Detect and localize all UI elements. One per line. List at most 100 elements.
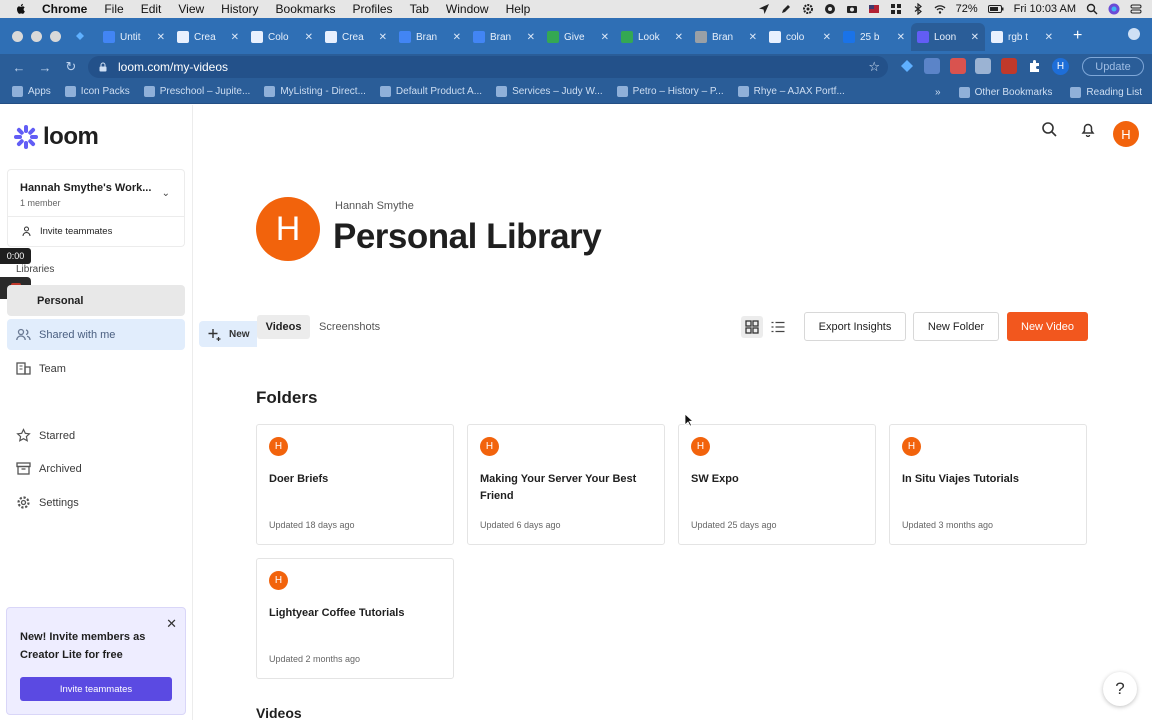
- menu-chrome[interactable]: Chrome: [42, 2, 87, 16]
- tab-screenshots[interactable]: Screenshots: [319, 315, 380, 339]
- sidebar-item-archived[interactable]: Archived: [7, 453, 185, 484]
- browser-tab[interactable]: Look ✕: [615, 23, 689, 51]
- sidebar-item-settings[interactable]: Settings: [7, 487, 185, 518]
- browser-tab[interactable]: colo ✕: [763, 23, 837, 51]
- update-button[interactable]: Update: [1082, 57, 1144, 76]
- browser-tab[interactable]: Colo ✕: [245, 23, 319, 51]
- code-extension-icon[interactable]: [924, 58, 940, 74]
- zoom-window-button[interactable]: [50, 30, 61, 42]
- browser-tab[interactable]: Give ✕: [541, 23, 615, 51]
- close-tab-icon[interactable]: ✕: [231, 32, 239, 43]
- invite-teammates-button[interactable]: Invite teammates: [20, 677, 172, 701]
- close-icon[interactable]: ✕: [166, 616, 177, 632]
- close-tab-icon[interactable]: ✕: [823, 32, 831, 43]
- forward-arrow-icon[interactable]: →: [38, 60, 52, 75]
- close-tab-icon[interactable]: ✕: [601, 32, 609, 43]
- folder-card[interactable]: H SW Expo Updated 25 days ago: [678, 424, 876, 545]
- search-icon[interactable]: [1041, 121, 1057, 137]
- browser-tab[interactable]: Loon ✕: [911, 23, 985, 51]
- help-button[interactable]: ?: [1103, 672, 1137, 706]
- spotlight-search-icon[interactable]: [1086, 3, 1098, 15]
- menu-edit[interactable]: Edit: [141, 2, 162, 16]
- folder-card[interactable]: H In Situ Viajes Tutorials Updated 3 mon…: [889, 424, 1087, 545]
- close-tab-icon[interactable]: ✕: [379, 32, 387, 43]
- invite-teammates-link[interactable]: Invite teammates: [7, 217, 185, 247]
- menu-profiles[interactable]: Profiles: [353, 2, 393, 16]
- sidebar-item-starred[interactable]: Starred: [7, 420, 185, 451]
- red-extension-icon[interactable]: [950, 58, 966, 74]
- siri-icon[interactable]: [1108, 3, 1120, 15]
- bluetooth-icon[interactable]: [912, 3, 924, 15]
- address-bar[interactable]: loom.com/my-videos ☆: [88, 56, 888, 78]
- bookmark-item[interactable]: Petro – History – P...: [616, 86, 724, 97]
- bell-icon[interactable]: [1080, 121, 1096, 137]
- diamond-extension-icon[interactable]: [899, 58, 915, 74]
- menu-view[interactable]: View: [178, 2, 204, 16]
- close-tab-icon[interactable]: ✕: [897, 32, 905, 43]
- gear-icon[interactable]: [802, 3, 814, 15]
- apple-icon[interactable]: [14, 2, 28, 16]
- menu-tab[interactable]: Tab: [410, 2, 429, 16]
- bookmark-item[interactable]: Rhye – AJAX Portf...: [737, 86, 845, 97]
- bookmark-item[interactable]: Apps: [12, 86, 51, 97]
- recorder-extension-icon[interactable]: [1001, 58, 1017, 74]
- battery-icon[interactable]: [987, 3, 1004, 15]
- close-tab-icon[interactable]: ✕: [675, 32, 683, 43]
- browser-tab[interactable]: 25 b ✕: [837, 23, 911, 51]
- menu-bookmarks[interactable]: Bookmarks: [276, 2, 336, 16]
- browser-tab[interactable]: Bran ✕: [393, 23, 467, 51]
- close-tab-icon[interactable]: ✕: [971, 32, 979, 43]
- lock-icon[interactable]: [98, 62, 108, 72]
- flag-icon[interactable]: [868, 3, 880, 15]
- bookmark-item[interactable]: Preschool – Jupite...: [143, 86, 250, 97]
- tab-search-icon[interactable]: [1128, 28, 1140, 40]
- close-tab-icon[interactable]: ✕: [305, 32, 313, 43]
- bookmark-item[interactable]: Icon Packs: [64, 86, 130, 97]
- camera-icon[interactable]: [846, 3, 858, 15]
- profile-avatar[interactable]: H: [1052, 58, 1069, 75]
- browser-tab[interactable]: Crea ✕: [171, 23, 245, 51]
- close-tab-icon[interactable]: ✕: [157, 32, 165, 43]
- back-arrow-icon[interactable]: ←: [12, 60, 26, 75]
- grid-view-icon[interactable]: [741, 316, 763, 338]
- pen-icon[interactable]: [780, 3, 792, 15]
- close-tab-icon[interactable]: ✕: [749, 32, 757, 43]
- menu-window[interactable]: Window: [446, 2, 489, 16]
- close-window-button[interactable]: [12, 30, 23, 42]
- bookmark-star-icon[interactable]: ☆: [868, 59, 880, 75]
- list-view-icon[interactable]: [767, 316, 789, 338]
- folder-card[interactable]: H Lightyear Coffee Tutorials Updated 2 m…: [256, 558, 454, 679]
- loom-logo[interactable]: loom: [13, 123, 99, 151]
- export-insights-button[interactable]: Export Insights: [804, 312, 906, 341]
- reading-list[interactable]: Reading List: [1070, 86, 1142, 98]
- new-video-button[interactable]: New Video: [1007, 312, 1088, 341]
- bookmark-item[interactable]: MyListing - Direct...: [264, 86, 366, 97]
- tab-videos[interactable]: Videos: [257, 315, 310, 339]
- new-folder-button[interactable]: New Folder: [913, 312, 999, 341]
- control-center-icon[interactable]: [1130, 3, 1142, 15]
- bookmarks-overflow-icon[interactable]: »: [935, 87, 941, 98]
- menu-history[interactable]: History: [221, 2, 258, 16]
- other-bookmarks[interactable]: Other Bookmarks: [958, 86, 1052, 98]
- close-tab-icon[interactable]: ✕: [527, 32, 535, 43]
- bookmark-item[interactable]: Services – Judy W...: [496, 86, 603, 97]
- browser-tab[interactable]: rgb t ✕: [985, 23, 1059, 51]
- browser-tab[interactable]: Untit ✕: [97, 23, 171, 51]
- record-icon[interactable]: [824, 3, 836, 15]
- bookmark-item[interactable]: Default Product A...: [379, 86, 482, 97]
- menu-file[interactable]: File: [104, 2, 123, 16]
- puzzle-extensions-icon[interactable]: [1027, 58, 1043, 74]
- camera-extension-icon[interactable]: [975, 58, 991, 74]
- browser-tab[interactable]: Bran ✕: [689, 23, 763, 51]
- user-avatar[interactable]: H: [1113, 121, 1139, 147]
- location-icon[interactable]: [758, 3, 770, 15]
- new-tab-icon[interactable]: +: [1073, 27, 1082, 45]
- grid-icon[interactable]: [890, 3, 902, 15]
- close-tab-icon[interactable]: ✕: [1045, 32, 1053, 43]
- new-button[interactable]: New: [199, 321, 257, 347]
- browser-tab[interactable]: Crea ✕: [319, 23, 393, 51]
- workspace-switcher[interactable]: Hannah Smythe's Work... 1 member ⌄: [7, 169, 185, 217]
- diamond-extension-icon[interactable]: [75, 31, 85, 41]
- sidebar-item-personal[interactable]: Personal: [7, 285, 185, 316]
- reload-icon[interactable]: ↻: [64, 59, 78, 75]
